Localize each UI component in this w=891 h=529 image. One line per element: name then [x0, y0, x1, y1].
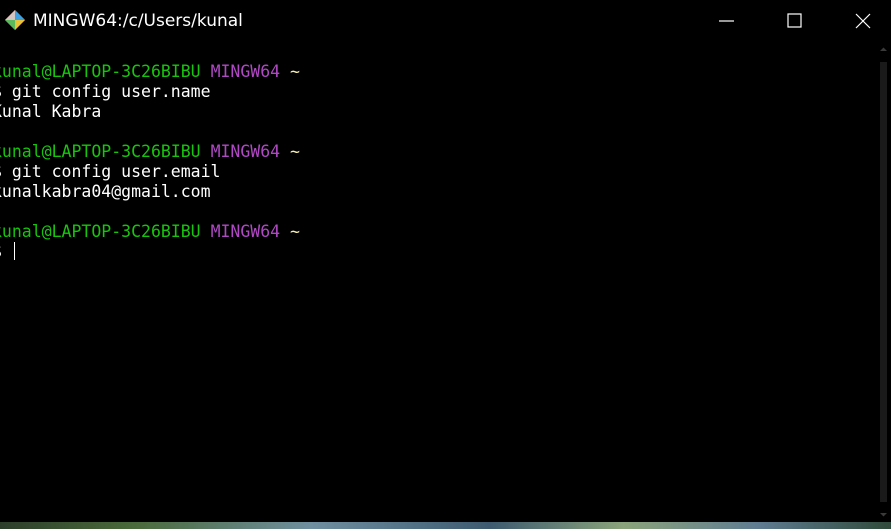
prompt-env: MINGW64 — [210, 142, 281, 161]
scroll-thumb[interactable] — [880, 62, 887, 502]
git-bash-icon[interactable] — [4, 9, 26, 31]
command-line: $ git config user.name — [0, 82, 211, 101]
minimize-button[interactable] — [704, 0, 750, 42]
minimize-icon — [719, 20, 734, 22]
prompt-user-host: kunal@LAPTOP-3C26BIBU — [0, 222, 201, 241]
input-line[interactable]: $ — [0, 242, 15, 262]
prompt-user-host: kunal@LAPTOP-3C26BIBU — [0, 142, 201, 161]
title-bar[interactable]: MINGW64:/c/Users/kunal — [0, 0, 891, 42]
close-icon — [855, 13, 871, 29]
prompt-env: MINGW64 — [210, 222, 281, 241]
prompt-line: kunal@LAPTOP-3C26BIBU MINGW64 ~ — [0, 142, 300, 162]
command-output: kunalkabra04@gmail.com — [0, 182, 211, 201]
close-button[interactable] — [840, 0, 886, 42]
scroll-up-icon[interactable] — [876, 42, 891, 57]
prompt-env: MINGW64 — [210, 62, 281, 81]
scroll-down-icon[interactable] — [876, 507, 891, 522]
maximize-button[interactable] — [772, 0, 818, 42]
prompt-line: kunal@LAPTOP-3C26BIBU MINGW64 ~ — [0, 222, 300, 242]
prompt-user-host: kunal@LAPTOP-3C26BIBU — [0, 62, 201, 81]
prompt-path: ~ — [290, 222, 300, 241]
text-cursor — [13, 242, 15, 260]
prompt-path: ~ — [290, 142, 300, 161]
terminal-window: MINGW64:/c/Users/kunal kunal@LAPTOP-3C26… — [0, 0, 891, 529]
prompt-line: kunal@LAPTOP-3C26BIBU MINGW64 ~ — [0, 62, 300, 82]
terminal-output[interactable]: kunal@LAPTOP-3C26BIBU MINGW64 ~ $ git co… — [0, 62, 876, 522]
maximize-icon — [787, 13, 802, 28]
window-title: MINGW64:/c/Users/kunal — [33, 11, 243, 31]
command-output: Kunal Kabra — [0, 102, 102, 121]
prompt-path: ~ — [290, 62, 300, 81]
command-line: $ git config user.email — [0, 162, 221, 181]
desktop-background — [0, 522, 891, 529]
vertical-scrollbar[interactable] — [876, 42, 891, 522]
